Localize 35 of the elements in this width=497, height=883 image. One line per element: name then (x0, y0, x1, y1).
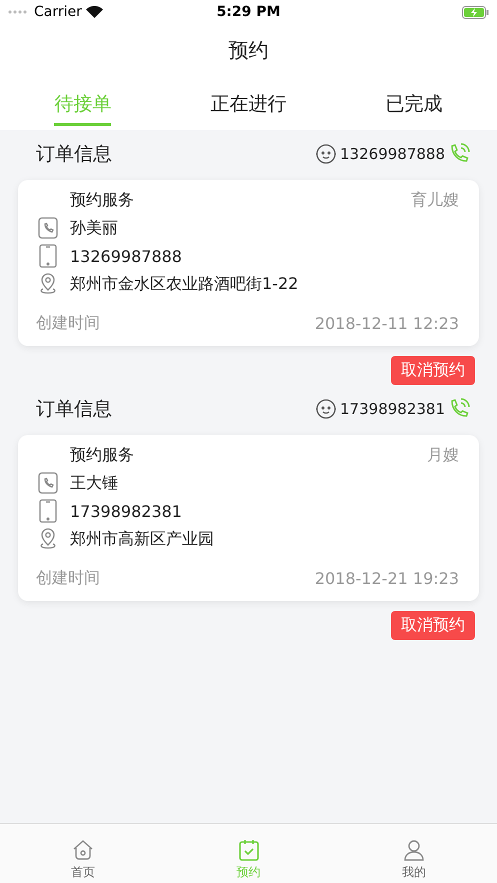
created-label: 创建时间 (36, 312, 100, 334)
page-title: 预约 (228, 36, 270, 64)
service-label: 预约服务 (70, 190, 134, 210)
contact-name: 王大锤 (70, 472, 118, 494)
service-phone: 13269987888 (340, 145, 445, 163)
address: 郑州市高新区产业园 (70, 528, 214, 550)
cancel-button[interactable]: 取消预约 (391, 611, 475, 640)
service-phone: 17398982381 (340, 400, 445, 418)
section-title: 订单信息 (36, 142, 112, 167)
tab[interactable]: 已完成 (386, 76, 443, 126)
created-time: 2018-12-11 12:23 (314, 314, 459, 332)
contact-name: 孙美丽 (70, 218, 118, 238)
phone-book-icon (36, 216, 60, 240)
battery-icon (462, 6, 490, 18)
service-agent-icon (314, 142, 338, 166)
tab-bar-item[interactable]: 我的 (331, 824, 497, 883)
contact-phone: 17398982381 (70, 502, 182, 520)
service-type: 月嫂 (427, 444, 459, 466)
user-icon (402, 838, 426, 862)
service-label: 预约服务 (70, 444, 134, 466)
created-label: 创建时间 (36, 568, 100, 588)
created-time: 2018-12-21 19:23 (314, 568, 459, 588)
cancel-button[interactable]: 取消预约 (391, 356, 475, 385)
status-time: 5:29 PM (216, 4, 280, 20)
calendar-check-icon (236, 838, 260, 862)
phone-book-icon (36, 471, 60, 495)
service-agent-icon (314, 397, 338, 421)
tab[interactable]: 正在进行 (210, 76, 286, 126)
address: 郑州市金水区农业路酒吧街1-22 (70, 274, 298, 294)
section-title: 订单信息 (36, 397, 112, 422)
tab-bar-item[interactable]: 首页 (0, 824, 166, 883)
carrier-name: Carrier (34, 4, 82, 20)
service-type: 育儿嫂 (411, 190, 459, 210)
wifi-icon (86, 6, 103, 18)
contact-phone: 13269987888 (70, 246, 182, 266)
